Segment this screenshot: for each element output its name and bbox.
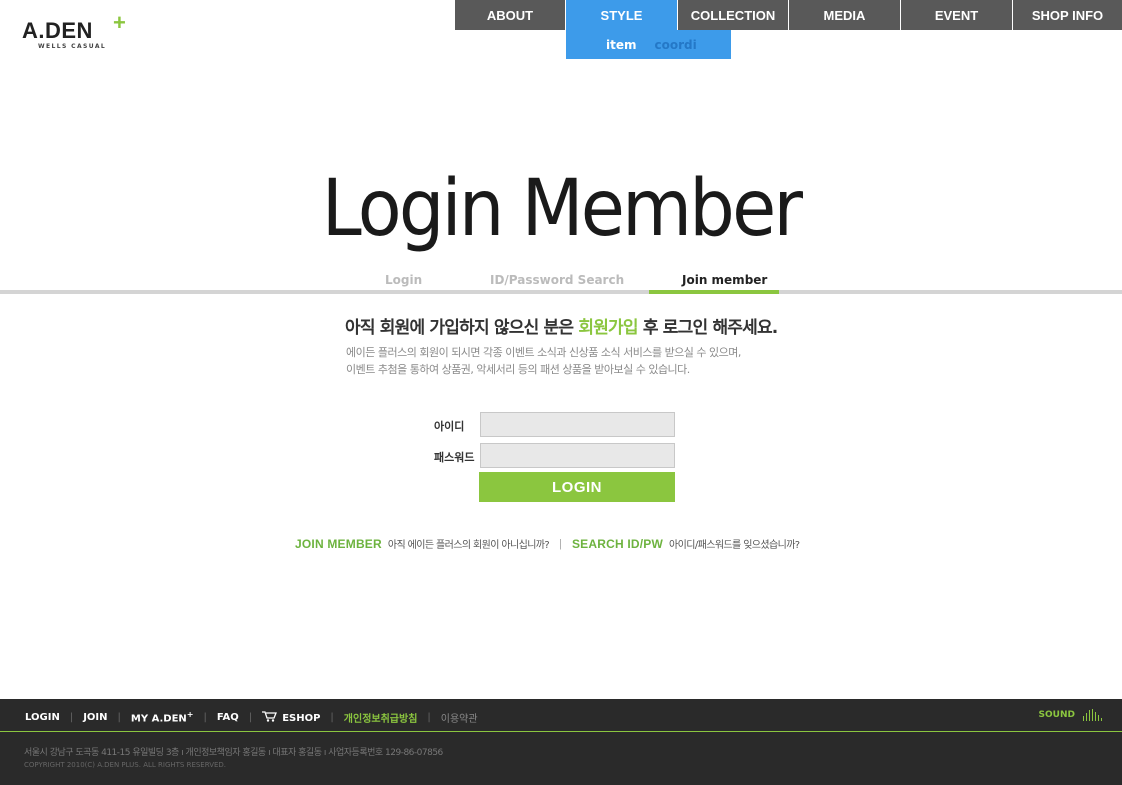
login-button[interactable]: LOGIN <box>479 472 675 502</box>
intro-heading-post: 후 로그인 해주세요. <box>637 318 778 338</box>
footer-eshop-link[interactable]: ESHOP <box>262 711 320 724</box>
search-id-pw-link[interactable]: SEARCH ID/PW <box>572 537 663 551</box>
nav-item-style[interactable]: STYLE <box>566 0 678 30</box>
password-label: 패스워드 <box>434 451 475 464</box>
footer: LOGIN | JOIN | MY A.DEN+ | FAQ | ESHOP |… <box>0 699 1122 785</box>
password-input[interactable] <box>480 443 675 468</box>
nav-item-event[interactable]: EVENT <box>901 0 1013 30</box>
intro-desc-line-2: 이벤트 추첨을 통하여 상품권, 악세서리 등의 패션 상품을 받아보실 수 있… <box>346 363 690 376</box>
sound-label: SOUND <box>1038 710 1075 720</box>
footer-copyright: COPYRIGHT 2010(C) A.DEN PLUS. ALL RIGHTS… <box>24 761 227 769</box>
subnav-item-coordi[interactable]: coordi <box>655 38 697 52</box>
footer-my-aden-link[interactable]: MY A.DEN+ <box>131 710 194 724</box>
logo-plus: + <box>113 10 126 35</box>
style-subnav: item coordi <box>566 30 731 59</box>
footer-faq-link[interactable]: FAQ <box>217 712 239 723</box>
footer-separator: | <box>117 712 121 723</box>
tab-divider <box>0 290 1122 294</box>
footer-login-link[interactable]: LOGIN <box>25 712 60 723</box>
member-links: JOIN MEMBER 아직 에이든 플러스의 회원이 아니십니까? | SEA… <box>295 536 800 552</box>
sound-bars-icon <box>1083 709 1102 721</box>
footer-separator: | <box>330 712 334 723</box>
intro-heading: 아직 회원에 가입하지 않으신 분은 회원가입 후 로그인 해주세요. <box>345 313 778 338</box>
join-member-desc: 아직 에이든 플러스의 회원이 아니십니까? <box>387 540 550 551</box>
footer-menu: LOGIN | JOIN | MY A.DEN+ | FAQ | ESHOP |… <box>25 710 478 725</box>
logo-subtitle: WELLS CASUAL <box>38 43 107 50</box>
subnav-item-item[interactable]: item <box>606 38 637 52</box>
footer-privacy-link[interactable]: 개인정보취급방침 <box>344 710 418 725</box>
main-nav: ABOUT STYLE COLLECTION MEDIA EVENT SHOP … <box>455 0 1122 30</box>
nav-item-about[interactable]: ABOUT <box>455 0 566 30</box>
footer-separator: | <box>248 712 253 723</box>
footer-separator: | <box>69 712 74 723</box>
footer-separator: | <box>427 712 431 723</box>
intro-description: 에이든 플러스의 회원이 되시면 각종 이벤트 소식과 신상품 소식 서비스를 … <box>346 344 741 378</box>
footer-top-bar: LOGIN | JOIN | MY A.DEN+ | FAQ | ESHOP |… <box>0 699 1122 732</box>
page-title: Login Member <box>321 164 803 254</box>
footer-address: 서울시 강남구 도곡동 411-15 유일빌딩 3층 ı 개인정보책임자 홍길동… <box>24 748 443 758</box>
nav-item-shop-info[interactable]: SHOP INFO <box>1013 0 1122 30</box>
id-input[interactable] <box>480 412 675 437</box>
join-member-link[interactable]: JOIN MEMBER <box>295 537 382 551</box>
nav-item-collection[interactable]: COLLECTION <box>678 0 789 30</box>
member-tabs: Login ID/Password Search Join member <box>0 270 1122 294</box>
footer-my-aden-plus: + <box>186 710 194 720</box>
footer-terms-link[interactable]: 이용약관 <box>441 710 478 725</box>
logo[interactable]: A.DEN + WELLS CASUAL <box>22 10 152 54</box>
intro-desc-line-1: 에이든 플러스의 회원이 되시면 각종 이벤트 소식과 신상품 소식 서비스를 … <box>346 346 741 359</box>
footer-my-aden-label: MY A.DEN <box>130 713 187 725</box>
footer-eshop-label: ESHOP <box>282 713 321 724</box>
active-tab-indicator <box>649 290 779 294</box>
tab-login[interactable]: Login <box>385 273 422 287</box>
search-id-pw-desc: 아이디/패스워드를 잊으셨습니까? <box>669 540 800 551</box>
nav-item-media[interactable]: MEDIA <box>789 0 901 30</box>
footer-join-link[interactable]: JOIN <box>83 712 107 723</box>
tab-id-password-search[interactable]: ID/Password Search <box>490 273 624 287</box>
logo-text: A.DEN <box>22 18 93 43</box>
intro-heading-highlight: 회원가입 <box>578 318 638 338</box>
id-label: 아이디 <box>434 420 465 433</box>
sound-toggle[interactable]: SOUND <box>1039 709 1102 721</box>
intro-heading-pre: 아직 회원에 가입하지 않으신 분은 <box>345 318 579 338</box>
links-divider: | <box>559 537 562 550</box>
cart-icon <box>262 711 278 722</box>
footer-separator: | <box>203 712 207 723</box>
tab-join-member[interactable]: Join member <box>682 273 767 287</box>
